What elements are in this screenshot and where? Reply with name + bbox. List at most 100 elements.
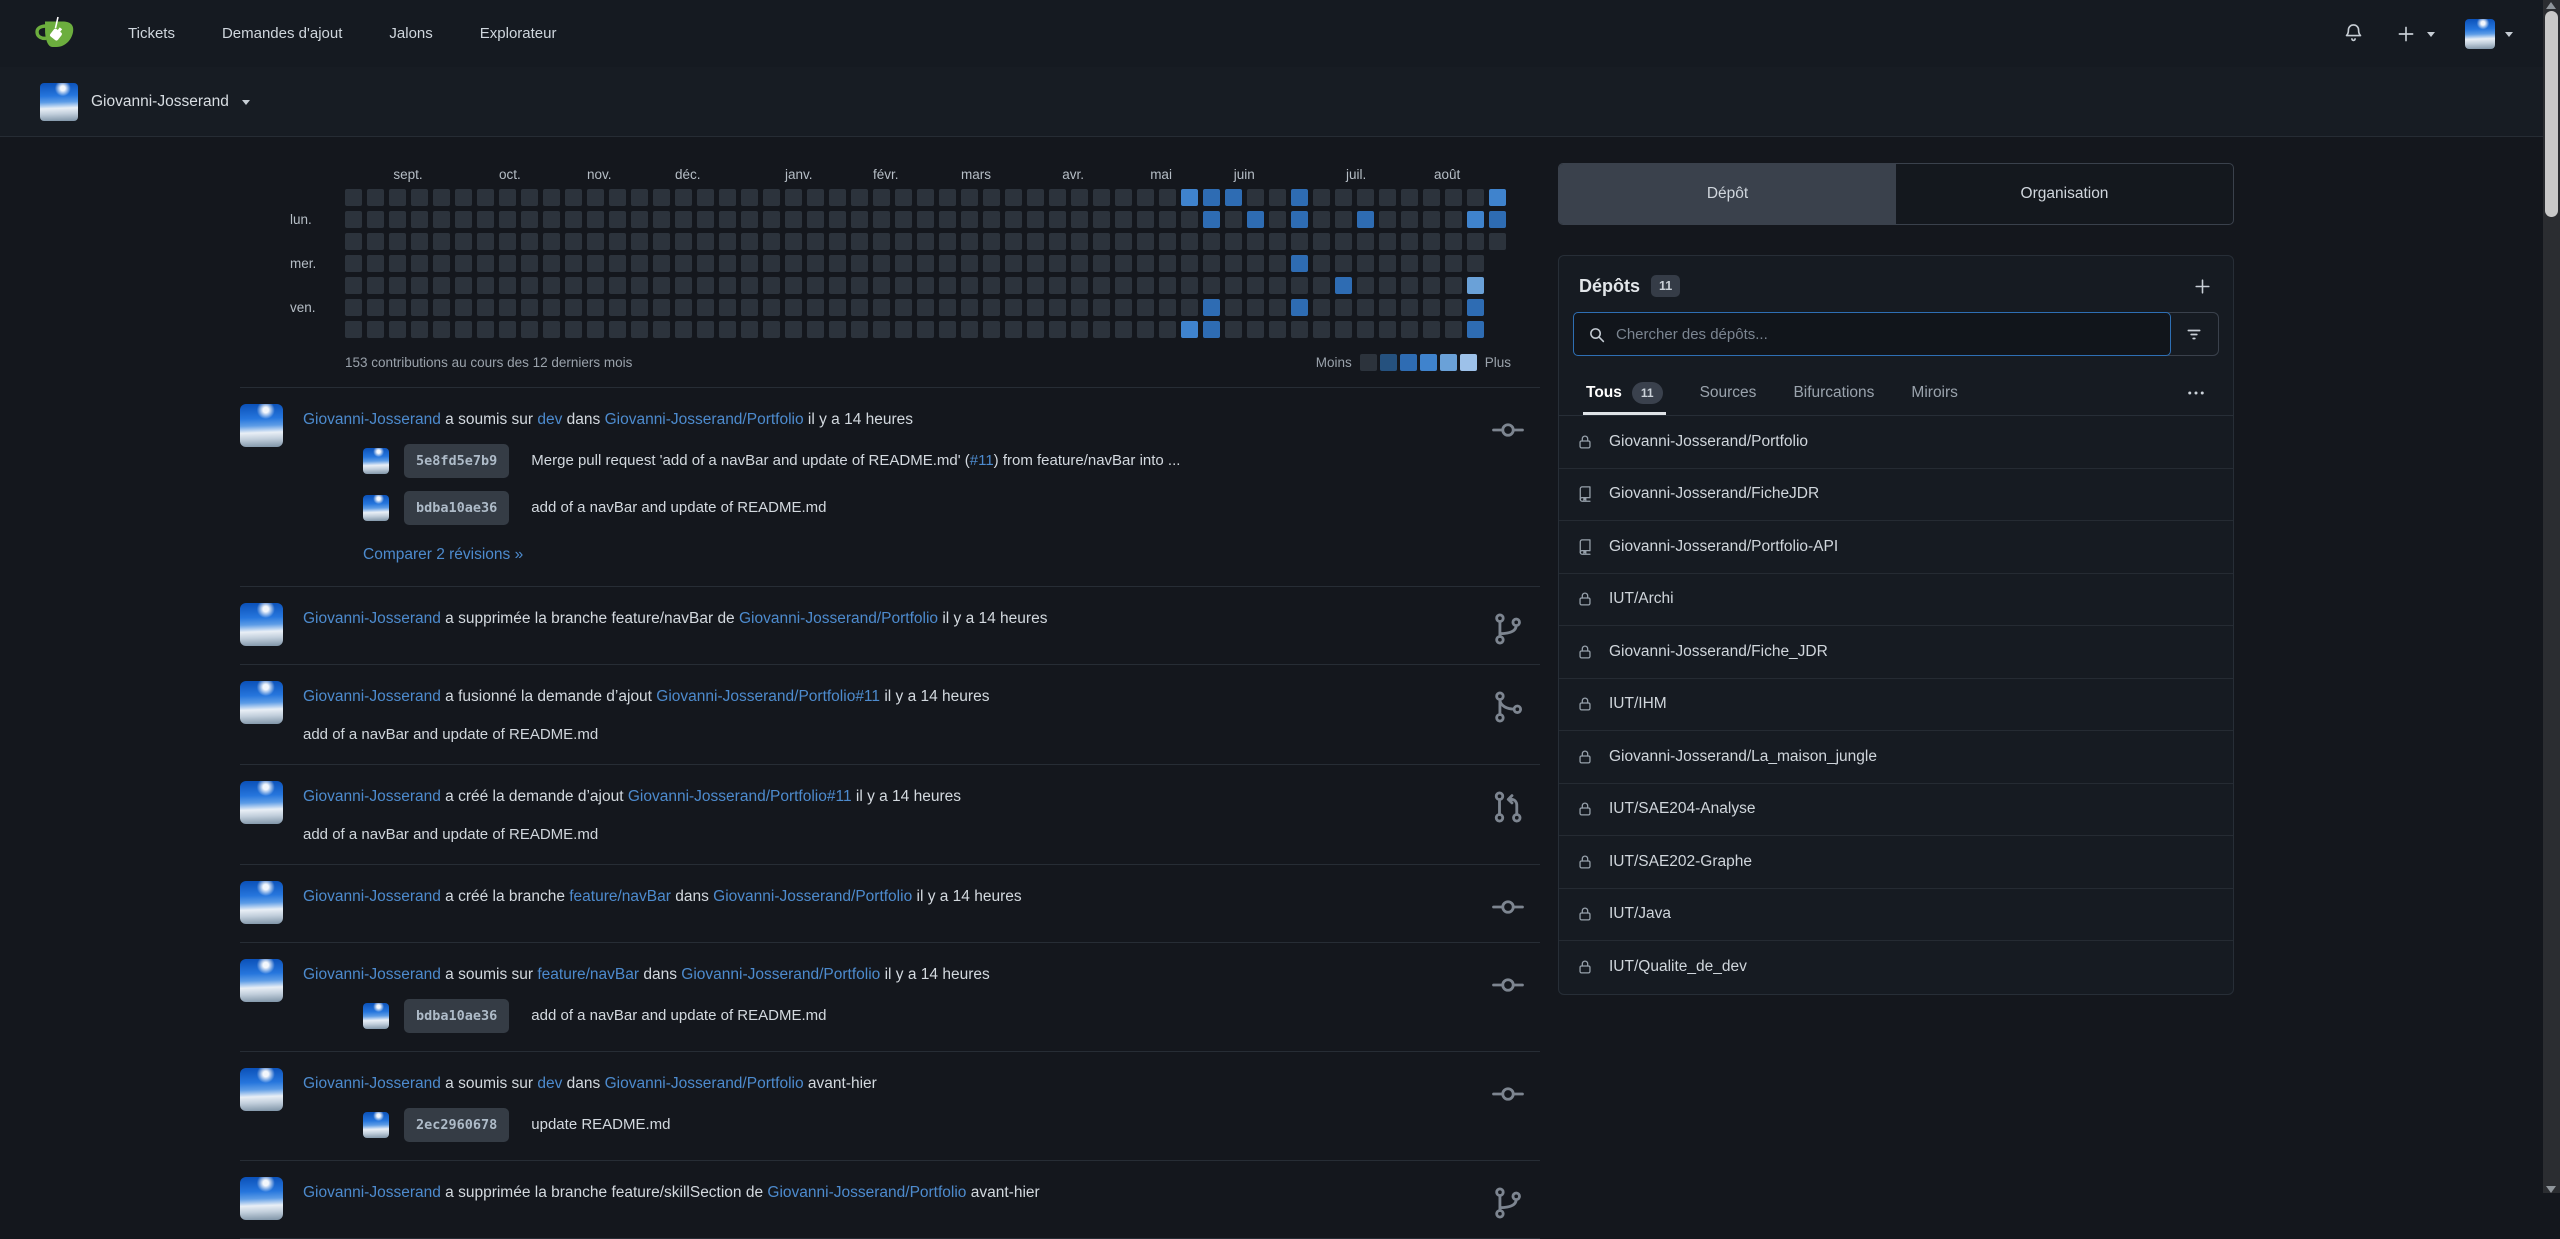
heatmap-cell — [961, 189, 978, 206]
feed-link[interactable]: Giovanni-Josserand/Portfolio — [739, 610, 938, 627]
page-scrollbar[interactable] — [2543, 0, 2560, 1193]
feed-link[interactable]: Giovanni-Josserand — [303, 610, 441, 627]
feed-link[interactable]: Giovanni-Josserand/Portfolio — [681, 966, 880, 983]
feed-link[interactable]: feature/navBar — [569, 888, 671, 905]
new-repo-button[interactable] — [2192, 276, 2213, 297]
heatmap-grid[interactable] — [345, 189, 1506, 338]
heatmap-cell — [873, 277, 890, 294]
commit-hash[interactable]: bdba10ae36 — [404, 999, 509, 1033]
feed-link[interactable]: Giovanni-Josserand — [303, 788, 441, 805]
repo-list-item[interactable]: IUT/SAE204-Analyse — [1559, 784, 2233, 837]
feed-link[interactable]: dev — [537, 411, 562, 428]
repo-list-item[interactable]: IUT/Archi — [1559, 574, 2233, 627]
feed-link[interactable]: Giovanni-Josserand/Portfolio#11 — [656, 688, 880, 705]
heatmap-cell — [1467, 211, 1484, 228]
heatmap-cell — [763, 321, 780, 338]
tab-d-p-t[interactable]: Dépôt — [1559, 164, 1896, 224]
scrollbar-up-arrow-icon[interactable] — [2546, 2, 2556, 9]
heatmap-cell — [1335, 189, 1352, 206]
heatmap-cell — [1379, 211, 1396, 228]
heatmap-cell — [785, 277, 802, 294]
heatmap-cell — [1071, 277, 1088, 294]
heatmap-cell — [1423, 321, 1440, 338]
feed-link[interactable]: Giovanni-Josserand/Portfolio — [605, 411, 804, 428]
gitea-logo[interactable] — [34, 13, 76, 55]
heatmap-cell — [895, 299, 912, 316]
repo-list-item[interactable]: IUT/Qualite_de_dev — [1559, 941, 2233, 994]
feed-entry: Giovanni-Josserand a supprimée la branch… — [240, 587, 1540, 665]
feed-entry: Giovanni-Josserand a supprimée la branch… — [240, 1161, 1540, 1239]
heatmap-cell — [1093, 189, 1110, 206]
notifications-button[interactable] — [2342, 22, 2365, 45]
repo-search-input[interactable] — [1616, 326, 2157, 343]
heatmap-cell — [521, 233, 538, 250]
feed-link[interactable]: Giovanni-Josserand — [303, 888, 441, 905]
heatmap-cell — [1225, 255, 1242, 272]
feed-link[interactable]: #11 — [970, 452, 994, 469]
repo-list-item[interactable]: Giovanni-Josserand/Portfolio-API — [1559, 521, 2233, 574]
compare-revisions-link[interactable]: Comparer 2 révisions » — [363, 544, 523, 566]
committer-avatar — [363, 1003, 389, 1029]
heatmap-cell — [1027, 189, 1044, 206]
actor-avatar[interactable] — [240, 603, 283, 646]
repo-name: Giovanni-Josserand/Portfolio — [1609, 433, 1808, 451]
feed-link[interactable]: Giovanni-Josserand/Portfolio — [713, 888, 912, 905]
heatmap-cell — [1071, 233, 1088, 250]
scrollbar-down-arrow-icon[interactable] — [2546, 1186, 2556, 1193]
commit-hash[interactable]: 5e8fd5e7b9 — [404, 444, 509, 478]
actor-avatar[interactable] — [240, 781, 283, 824]
feed-entry-header: Giovanni-Josserand a supprimée la branch… — [303, 608, 1476, 630]
heatmap-cell — [631, 189, 648, 206]
heatmap-cell — [587, 233, 604, 250]
heatmap-cell — [675, 189, 692, 206]
heatmap-cell — [807, 255, 824, 272]
heatmap-cell — [631, 211, 648, 228]
legend-swatches — [1360, 354, 1477, 371]
feed-link[interactable]: Giovanni-Josserand/Portfolio — [605, 1075, 804, 1092]
repo-list-item[interactable]: Giovanni-Josserand/Fiche_JDR — [1559, 626, 2233, 679]
repo-filter-bifurcations[interactable]: Bifurcations — [1793, 370, 1874, 415]
repo-list-item[interactable]: IUT/IHM — [1559, 679, 2233, 732]
repo-filter-miroirs[interactable]: Miroirs — [1911, 370, 1958, 415]
repo-list-item[interactable]: IUT/Java — [1559, 889, 2233, 942]
actor-avatar[interactable] — [240, 881, 283, 924]
feed-link[interactable]: Giovanni-Josserand — [303, 1075, 441, 1092]
navbar-item-demandes-d-ajout[interactable]: Demandes d'ajout — [222, 25, 342, 42]
commit-message: Merge pull request 'add of a navBar and … — [531, 450, 1180, 472]
heatmap-cell — [455, 299, 472, 316]
navbar-item-explorateur[interactable]: Explorateur — [480, 25, 557, 42]
repo-filter-tous[interactable]: Tous11 — [1586, 370, 1663, 415]
commit-hash[interactable]: 2ec2960678 — [404, 1108, 509, 1142]
user-menu[interactable] — [2465, 19, 2513, 49]
repo-filter-more-button[interactable] — [2186, 383, 2206, 403]
actor-avatar[interactable] — [240, 1068, 283, 1111]
actor-avatar[interactable] — [240, 681, 283, 724]
feed-link[interactable]: Giovanni-Josserand/Portfolio#11 — [628, 788, 852, 805]
repo-list-item[interactable]: IUT/SAE202-Graphe — [1559, 836, 2233, 889]
create-new-button[interactable] — [2395, 23, 2435, 45]
heatmap-cell — [389, 321, 406, 338]
repo-icon — [1576, 538, 1594, 556]
navbar-item-jalons[interactable]: Jalons — [389, 25, 432, 42]
heatmap-cell — [873, 233, 890, 250]
feed-link[interactable]: feature/navBar — [537, 966, 639, 983]
repo-filter-sources[interactable]: Sources — [1700, 370, 1757, 415]
commit-hash[interactable]: bdba10ae36 — [404, 491, 509, 525]
repo-list-item[interactable]: Giovanni-Josserand/FicheJDR — [1559, 469, 2233, 522]
repo-filter-button[interactable] — [2170, 313, 2218, 355]
heatmap-cell — [345, 255, 362, 272]
feed-link[interactable]: Giovanni-Josserand — [303, 411, 441, 428]
context-switcher[interactable]: Giovanni-Josserand — [40, 83, 250, 121]
scrollbar-thumb[interactable] — [2545, 11, 2558, 217]
tab-organisation[interactable]: Organisation — [1896, 164, 2233, 224]
feed-link[interactable]: Giovanni-Josserand — [303, 688, 441, 705]
actor-avatar[interactable] — [240, 1177, 283, 1220]
feed-link[interactable]: dev — [537, 1075, 562, 1092]
actor-avatar[interactable] — [240, 959, 283, 1002]
actor-avatar[interactable] — [240, 404, 283, 447]
repo-list-item[interactable]: Giovanni-Josserand/Portfolio — [1559, 416, 2233, 469]
feed-link[interactable]: Giovanni-Josserand — [303, 966, 441, 983]
repo-list-item[interactable]: Giovanni-Josserand/La_maison_jungle — [1559, 731, 2233, 784]
lock-icon — [1576, 643, 1594, 661]
navbar-item-tickets[interactable]: Tickets — [128, 25, 175, 42]
